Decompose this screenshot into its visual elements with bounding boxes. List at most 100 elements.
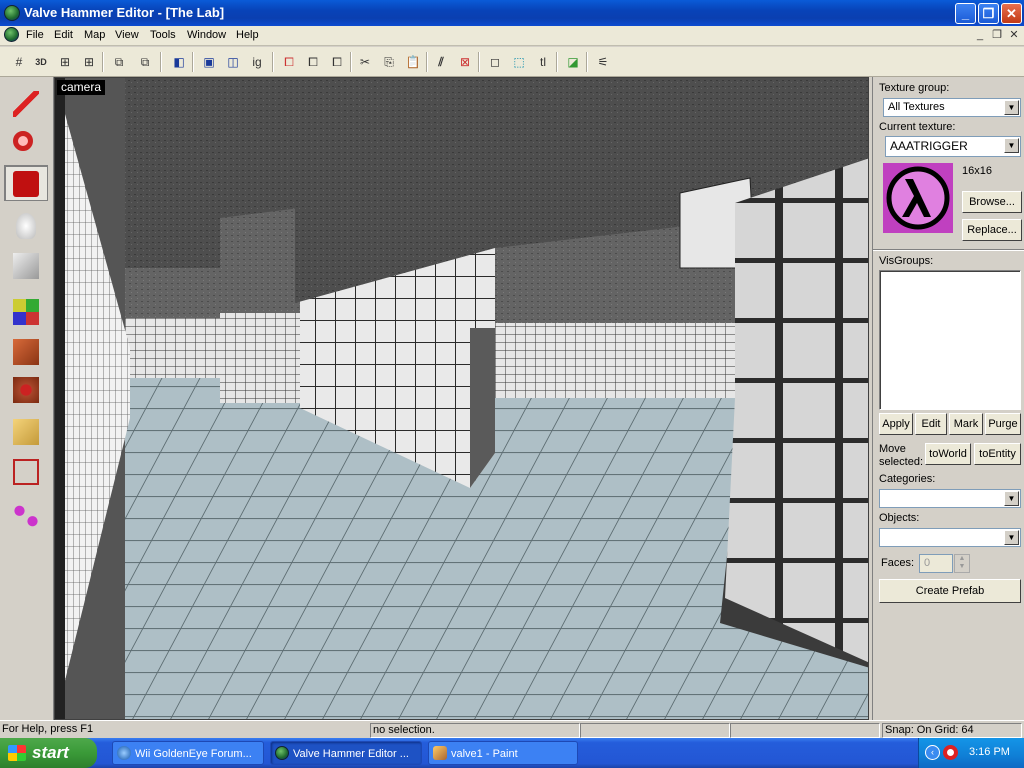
texture-preview — [883, 163, 953, 233]
dropdown-arrow-icon[interactable]: ▼ — [1004, 138, 1019, 153]
show-all-icon[interactable]: ◫ — [222, 51, 244, 73]
start-button[interactable]: start — [0, 738, 97, 768]
snap-status: Snap: On Grid: 64 — [882, 723, 1022, 738]
3d-grid-button[interactable]: 3D — [30, 51, 52, 73]
start-label: start — [32, 743, 69, 762]
menu-file[interactable]: File — [26, 29, 44, 41]
cut-icon[interactable]: ✂ — [354, 51, 376, 73]
tray-expand-icon[interactable]: ‹ — [925, 745, 940, 760]
texture-lock-icon[interactable]: ⧠ — [278, 51, 300, 73]
copy-icon[interactable]: ⎘ — [378, 51, 400, 73]
categories-label: Categories: — [879, 473, 936, 485]
title-bar: Valve Hammer Editor - [The Lab] _ ❐ ✕ — [0, 0, 1024, 26]
run-map-icon[interactable]: ◪ — [562, 51, 584, 73]
faces-input[interactable]: 0 — [919, 554, 953, 573]
entity-tool-button[interactable] — [4, 207, 48, 243]
camera-tool-button[interactable] — [4, 165, 48, 201]
helpers-icon[interactable]: ⬚ — [508, 51, 530, 73]
replace-button[interactable]: Replace... — [962, 219, 1022, 241]
textured-cube-icon — [13, 299, 39, 325]
dropdown-arrow-icon[interactable]: ▼ — [1004, 491, 1019, 506]
carve-icon[interactable]: ◧ — [168, 51, 190, 73]
menu-window[interactable]: Window — [187, 29, 226, 41]
clip-block-icon — [13, 419, 39, 445]
to-world-button[interactable]: toWorld — [925, 443, 971, 465]
paint-icon — [433, 746, 447, 760]
tool-palette — [0, 77, 54, 720]
apply-texture-tool-button[interactable] — [4, 333, 48, 369]
dropdown-arrow-icon[interactable]: ▼ — [1004, 530, 1019, 545]
mdi-close-button[interactable]: ✕ — [1007, 29, 1021, 42]
objects-dropdown[interactable]: ▼ — [879, 528, 1021, 547]
task-label: Valve Hammer Editor ... — [293, 748, 409, 760]
purge-visgroup-button[interactable]: Purge — [985, 413, 1021, 435]
menu-tools[interactable]: Tools — [150, 29, 176, 41]
ungroup-icon[interactable]: ⧉ — [134, 51, 156, 73]
toggle-texture-tool-button[interactable] — [4, 293, 48, 329]
mark-visgroup-button[interactable]: Mark — [949, 413, 983, 435]
minimize-button[interactable]: _ — [955, 3, 976, 24]
block-tool-button[interactable] — [4, 247, 48, 283]
toggle-cordon-icon[interactable]: ⊠ — [454, 51, 476, 73]
smaller-grid-icon[interactable]: ⊞ — [54, 51, 76, 73]
document-icon[interactable] — [4, 27, 19, 42]
categories-dropdown[interactable]: ▼ — [879, 489, 1021, 508]
grid-icon[interactable]: # — [8, 51, 30, 73]
menu-help[interactable]: Help — [236, 29, 259, 41]
dropdown-arrow-icon[interactable]: ▼ — [1004, 100, 1019, 115]
texture-group-label: Texture group: — [879, 82, 950, 94]
close-button[interactable]: ✕ — [1001, 3, 1022, 24]
texture-group-value: All Textures — [888, 101, 945, 113]
path-tool-button[interactable] — [4, 497, 48, 533]
task-label: valve1 - Paint — [451, 748, 518, 760]
magnify-tool-button[interactable] — [4, 125, 48, 161]
ignore-groups-button[interactable]: ig — [246, 51, 268, 73]
texture-lock-tl-button[interactable]: tl — [532, 51, 554, 73]
cordon-icon[interactable]: ⫽ — [430, 51, 452, 73]
texture-group-dropdown[interactable]: All Textures ▼ — [883, 98, 1021, 117]
menu-map[interactable]: Map — [84, 29, 105, 41]
mdi-restore-button[interactable]: ❐ — [990, 29, 1004, 42]
create-prefab-button[interactable]: Create Prefab — [879, 579, 1021, 603]
antivirus-tray-icon[interactable] — [943, 745, 958, 760]
apply-decal-tool-button[interactable] — [4, 371, 48, 407]
selection-tool-button[interactable] — [4, 85, 48, 121]
vertex-tool-button[interactable] — [4, 453, 48, 489]
paste-icon[interactable]: 📋 — [402, 51, 424, 73]
to-world-icon[interactable]: ⧠ — [326, 51, 348, 73]
window-title: Valve Hammer Editor - [The Lab] — [24, 5, 225, 20]
camera-3d-viewport[interactable]: camera — [54, 77, 869, 720]
3d-scene-render — [55, 78, 868, 719]
visgroups-list[interactable] — [879, 270, 1021, 410]
viewport-label: camera — [57, 80, 106, 95]
box-select-icon[interactable]: ◻ — [484, 51, 506, 73]
clipping-tool-button[interactable] — [4, 413, 48, 449]
group-icon[interactable]: ⧉ — [108, 51, 130, 73]
apply-visgroup-button[interactable]: Apply — [879, 413, 913, 435]
restore-button[interactable]: ❐ — [978, 3, 999, 24]
mdi-minimize-button[interactable]: _ — [973, 29, 987, 42]
brick-cube-icon — [13, 339, 39, 365]
edit-visgroup-button[interactable]: Edit — [915, 413, 947, 435]
task-hammer-editor[interactable]: Valve Hammer Editor ... — [270, 741, 422, 765]
camera-icon — [13, 171, 39, 197]
magnifier-icon — [13, 131, 33, 151]
current-texture-dropdown[interactable]: AAATRIGGER ▼ — [885, 136, 1021, 157]
larger-grid-icon[interactable]: ⊞ — [78, 51, 100, 73]
browse-button[interactable]: Browse... — [962, 191, 1022, 213]
hammer-icon — [275, 746, 289, 760]
task-paint[interactable]: valve1 - Paint — [428, 741, 578, 765]
menu-view[interactable]: View — [115, 29, 139, 41]
menu-edit[interactable]: Edit — [54, 29, 73, 41]
entity-report-icon[interactable]: ⚟ — [592, 51, 614, 73]
task-forum-browser[interactable]: Wii GoldenEye Forum... — [112, 741, 264, 765]
faces-spinner[interactable]: ▲ ▼ — [954, 554, 970, 573]
to-entity-button[interactable]: toEntity — [974, 443, 1021, 465]
arrow-pointer-icon — [13, 91, 39, 117]
hide-selected-icon[interactable]: ▣ — [198, 51, 220, 73]
hammer-app-icon[interactable] — [4, 5, 20, 21]
clock[interactable]: 3:16 PM — [969, 746, 1010, 758]
to-entity-icon[interactable]: ⧠ — [302, 51, 324, 73]
menu-bar: File Edit Map View Tools Window Help _ ❐… — [0, 26, 1024, 46]
current-texture-value: AAATRIGGER — [890, 139, 968, 153]
